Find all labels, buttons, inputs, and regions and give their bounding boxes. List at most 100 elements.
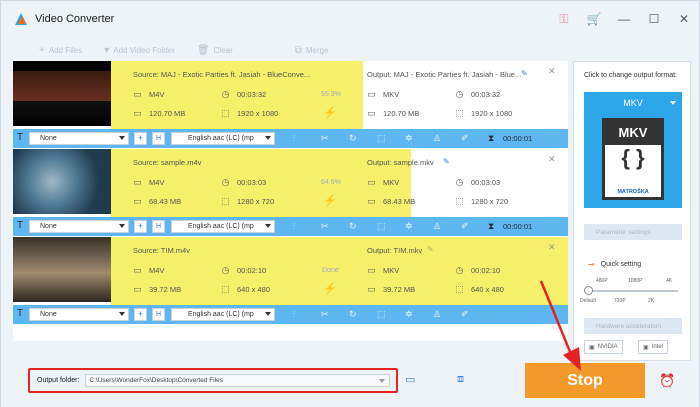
nvidia-label: NVIDIA	[597, 344, 618, 350]
quick-setting-label: Quick setting	[600, 261, 642, 268]
output-folder-input[interactable]: C:\Users\WonderFox\Desktop\Converted Fil…	[85, 374, 391, 387]
output-resolution-value: 640 x 480	[471, 285, 504, 294]
nvidia-icon: ▣	[589, 344, 595, 351]
effects-icon[interactable]: ✲	[405, 309, 413, 320]
hw-badge-icon[interactable]: H	[152, 220, 165, 233]
hardware-acceleration-button[interactable]: Hardware acceleration	[584, 318, 682, 334]
audio-track-select[interactable]: English aac (LC) (mp	[171, 220, 275, 233]
hourglass-icon: ⧗	[488, 221, 495, 231]
output-format: ▭ MKV	[367, 266, 399, 276]
open-folder-icon[interactable]: ⧈	[457, 373, 464, 386]
chevron-down-icon[interactable]	[379, 379, 386, 383]
source-pane: Source: TIM.m4v ▭ M4V ◷ 00:02:10 ▭ 39.72 MB…	[111, 237, 373, 305]
clear-button[interactable]: 🗑 Clear	[197, 45, 233, 56]
output-format: ▭ MKV	[367, 89, 399, 100]
tick-480p: 480P	[596, 278, 608, 284]
source-pane: Source: MAJ - Exotic Parties ft. Jasiah …	[111, 61, 373, 129]
gpu-boost-icon: ⚡	[323, 195, 337, 207]
app-logo-icon	[15, 13, 27, 25]
audio-track-select[interactable]: English aac (LC) (mp	[171, 308, 275, 321]
source-size: ▭ 68.43 MB	[133, 197, 181, 207]
output-name: Output: sample.mkv	[367, 158, 434, 167]
red-arrow-annotation	[539, 280, 581, 371]
stamp-icon[interactable]: ♙	[433, 133, 441, 144]
source-resolution: ⬚ 640 x 480	[221, 285, 270, 295]
watermark-icon[interactable]: ⫶	[293, 309, 295, 320]
edit-icon[interactable]: ✐	[461, 133, 469, 144]
clock-icon: ◷	[221, 177, 230, 187]
list-item[interactable]: Source: MAJ - Exotic Parties ft. Jasiah …	[13, 61, 568, 129]
rotate-icon[interactable]: ↻	[349, 309, 357, 320]
cart-icon[interactable]: 🛒	[579, 12, 609, 26]
resize-icon: ⬚	[455, 108, 464, 118]
edit-icon[interactable]: ✐	[461, 309, 469, 320]
list-item[interactable]: Source: sample.m4v ▭ M4V ◷ 00:03:03 ▭ 68.43…	[13, 149, 568, 217]
edit-name-icon[interactable]: ✎	[443, 157, 450, 166]
edit-icon[interactable]: ✐	[461, 221, 469, 232]
stamp-icon[interactable]: ♙	[433, 221, 441, 232]
quality-slider[interactable]	[584, 286, 678, 295]
trim-icon[interactable]: ✂	[321, 309, 329, 320]
hw-badge-icon[interactable]: H	[152, 308, 165, 321]
output-pane: Output: sample.mkv ✎ ✕ ▭ MKV ◷ 00:03:03 ▭ 6…	[363, 149, 568, 217]
merge-label: Merge	[305, 45, 329, 55]
file-icon: ▭	[367, 89, 376, 99]
effects-icon[interactable]: ✲	[405, 133, 413, 144]
parameter-settings-button[interactable]: Parameter settings	[584, 224, 682, 240]
list-item[interactable]: Source: TIM.m4v ▭ M4V ◷ 00:02:10 ▭ 39.72 MB…	[13, 237, 568, 305]
trim-icon[interactable]: ✂	[321, 221, 329, 232]
video-thumbnail	[13, 149, 111, 214]
add-files-label: Add Files	[48, 45, 83, 55]
clear-label: Clear	[213, 45, 233, 55]
hw-badge-icon[interactable]: H	[152, 132, 165, 145]
remove-item-icon[interactable]: ✕	[548, 154, 556, 165]
add-video-folder-button[interactable]: ▾ Add Video Folder	[104, 45, 175, 56]
audio-track-select[interactable]: English aac (LC) (mp	[171, 132, 275, 145]
edit-name-icon[interactable]: ✎	[427, 245, 434, 254]
subtitle-icon: T	[17, 132, 24, 143]
crop-icon[interactable]: ⬚	[377, 221, 386, 232]
add-subtitle-button[interactable]: +	[134, 220, 147, 233]
add-subtitle-button[interactable]: +	[134, 308, 147, 321]
subtitle-select[interactable]: None	[29, 220, 129, 233]
output-size: ▭ 39.72 MB	[367, 285, 415, 295]
source-duration-value: 00:03:03	[237, 178, 267, 187]
hardware-acceleration-label: Hardware acceleration	[596, 322, 662, 330]
key-icon[interactable]: ⚿	[549, 12, 579, 27]
source-name: Source: sample.m4v	[133, 158, 202, 167]
mkv-logo-text: MKV	[605, 121, 661, 145]
alarm-clock-icon[interactable]: ⏰	[659, 373, 675, 389]
remove-item-icon[interactable]: ✕	[548, 242, 556, 253]
source-duration: ◷ 00:02:10	[221, 266, 267, 276]
gpu-boost-icon: ⚡	[323, 107, 337, 119]
edit-name-icon[interactable]: ✎	[521, 69, 528, 78]
maximize-button[interactable]: ☐	[639, 12, 669, 26]
intel-toggle[interactable]: ▣ Intel	[638, 340, 669, 354]
minimize-button[interactable]: —	[609, 12, 639, 26]
add-subtitle-button[interactable]: +	[134, 132, 147, 145]
crop-icon[interactable]: ⬚	[377, 133, 386, 144]
source-size: ▭ 120.70 MB	[133, 109, 185, 119]
output-format-caption: Click to change output format:	[584, 72, 677, 79]
effects-icon[interactable]: ✲	[405, 221, 413, 232]
output-format-selector[interactable]: MKV MKV { } MATROŠKA	[584, 92, 682, 208]
remove-item-icon[interactable]: ✕	[548, 66, 556, 77]
stamp-icon[interactable]: ♙	[433, 309, 441, 320]
watermark-icon[interactable]: ⫶	[293, 133, 295, 144]
nvidia-toggle[interactable]: ▣ NVIDIA	[584, 340, 623, 354]
trim-icon[interactable]: ✂	[321, 133, 329, 144]
add-files-button[interactable]: + Add Files	[39, 45, 82, 56]
tick-4k: 4K	[666, 278, 673, 284]
merge-button[interactable]: ⧉ Merge	[295, 45, 329, 56]
browse-folder-icon[interactable]: ▭	[405, 373, 415, 386]
subtitle-select[interactable]: None	[29, 132, 129, 145]
rotate-icon[interactable]: ↻	[349, 133, 357, 144]
output-duration-value: 00:02:10	[471, 266, 501, 275]
crop-icon[interactable]: ⬚	[377, 309, 386, 320]
subtitle-select[interactable]: None	[29, 308, 129, 321]
rotate-icon[interactable]: ↻	[349, 221, 357, 232]
watermark-icon[interactable]: ⫶	[293, 221, 295, 232]
source-format-value: M4V	[149, 266, 165, 275]
close-window-button[interactable]: ✕	[669, 12, 699, 26]
source-format: ▭ M4V	[133, 90, 164, 100]
